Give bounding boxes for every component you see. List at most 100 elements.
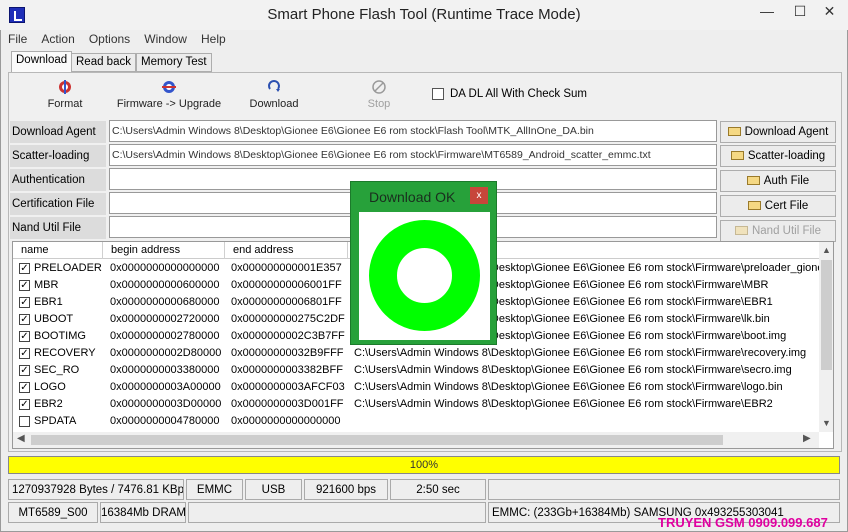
- nand-util-button[interactable]: Nand Util File: [720, 220, 836, 242]
- row-begin-address: 0x0000000002780000: [110, 330, 220, 342]
- column-end-address[interactable]: end address: [225, 242, 348, 259]
- row-begin-address: 0x0000000002720000: [110, 313, 220, 325]
- close-window-button[interactable]: ✕: [813, 0, 846, 22]
- scatter-loading-field[interactable]: C:\Users\Admin Windows 8\Desktop\Gionee …: [109, 144, 717, 166]
- tab-read-back[interactable]: Read back: [71, 53, 136, 72]
- table-row[interactable]: ✓ LOGO 0x0000000003A00000 0x0000000003AFCF0…: [13, 379, 819, 396]
- table-row[interactable]: ✓ EBR2 0x0000000003D00000 0x0000000003D001F…: [13, 396, 819, 413]
- status-time: 2:50 sec: [390, 479, 486, 500]
- folder-icon: [727, 127, 741, 136]
- success-ring-icon: [369, 220, 480, 331]
- table-row[interactable]: ✓ SEC_RO 0x0000000003380000 0x0000000003382…: [13, 362, 819, 379]
- row-begin-address: 0x0000000003A00000: [110, 381, 221, 393]
- title-bar[interactable]: Smart Phone Flash Tool (Runtime Trace Mo…: [0, 0, 848, 30]
- nand-util-label: Nand Util File: [10, 217, 106, 239]
- menu-file[interactable]: File: [8, 32, 27, 46]
- row-begin-address: 0x0000000004780000: [110, 415, 220, 427]
- folder-icon: [746, 176, 760, 185]
- scatter-loading-button[interactable]: Scatter-loading: [720, 145, 836, 167]
- row-location: C:\Users\Admin Windows 8\Desktop\Gionee …: [354, 398, 773, 410]
- row-begin-address: 0x0000000000600000: [110, 279, 220, 291]
- row-begin-address: 0x0000000000680000: [110, 296, 220, 308]
- download-agent-button[interactable]: Download Agent: [720, 121, 836, 143]
- row-checkbox[interactable]: [19, 416, 30, 427]
- row-checkbox[interactable]: ✓: [19, 297, 30, 308]
- column-name[interactable]: name: [13, 242, 103, 259]
- stop-button[interactable]: Stop: [364, 80, 394, 110]
- status-transfer: 1270937928 Bytes / 7476.81 KBps: [8, 479, 184, 500]
- row-name: MBR: [34, 279, 59, 291]
- maximize-button[interactable]: ☐: [785, 0, 815, 22]
- minimize-button[interactable]: —: [752, 0, 782, 22]
- table-row[interactable]: ✓ RECOVERY 0x0000000002D80000 0x00000000032…: [13, 345, 819, 362]
- menu-help[interactable]: Help: [201, 32, 226, 46]
- tab-memory-test[interactable]: Memory Test: [136, 53, 212, 72]
- horizontal-scrollbar[interactable]: ◀ ▶: [13, 432, 819, 448]
- row-checkbox[interactable]: ✓: [19, 382, 30, 393]
- dialog-title: Download OK: [369, 189, 456, 205]
- row-end-address: 0x000000000275C2DF: [231, 313, 345, 325]
- row-begin-address: 0x0000000000000000: [110, 262, 220, 274]
- menu-options[interactable]: Options: [89, 32, 130, 46]
- progress-text: 100%: [409, 459, 439, 471]
- scroll-up-icon[interactable]: ▲: [822, 245, 831, 255]
- format-button[interactable]: Format: [44, 80, 86, 110]
- row-name: RECOVERY: [34, 347, 96, 359]
- cert-file-button[interactable]: Cert File: [720, 195, 836, 217]
- scroll-left-icon[interactable]: ◀: [17, 433, 25, 444]
- horizontal-scroll-thumb[interactable]: [31, 435, 723, 445]
- firmware-upgrade-icon: [162, 81, 176, 93]
- auth-file-button-label: Auth File: [763, 175, 810, 187]
- row-begin-address: 0x0000000003D00000: [110, 398, 222, 410]
- auth-file-button[interactable]: Auth File: [720, 170, 836, 192]
- menu-window[interactable]: Window: [144, 32, 187, 46]
- row-checkbox[interactable]: ✓: [19, 263, 30, 274]
- firmware-upgrade-button[interactable]: Firmware -> Upgrade: [116, 80, 222, 110]
- row-name: EBR1: [34, 296, 63, 308]
- status-blank: [488, 479, 840, 500]
- dialog-body: [359, 212, 490, 340]
- row-checkbox[interactable]: ✓: [19, 365, 30, 376]
- row-checkbox[interactable]: ✓: [19, 280, 30, 291]
- status-blank-2: [188, 502, 486, 523]
- vertical-scrollbar[interactable]: ▲ ▼: [819, 242, 833, 432]
- vertical-scroll-thumb[interactable]: [821, 260, 832, 370]
- tab-download[interactable]: Download: [11, 51, 73, 72]
- row-end-address: 0x00000000006801FF: [231, 296, 342, 308]
- row-location: C:\Users\Admin Windows 8\Desktop\Gionee …: [354, 364, 792, 376]
- scatter-loading-label: Scatter-loading File: [10, 145, 106, 184]
- da-checksum-checkbox[interactable]: [432, 88, 444, 100]
- row-end-address: 0x0000000003AFCF03: [231, 381, 345, 393]
- row-end-address: 0x0000000003382BFF: [231, 364, 343, 376]
- status-dram: 16384Mb DRAM: [100, 502, 186, 523]
- download-agent-label: Download Agent: [10, 121, 106, 143]
- window-title: Smart Phone Flash Tool (Runtime Trace Mo…: [267, 6, 581, 23]
- row-begin-address: 0x0000000002D80000: [110, 347, 222, 359]
- row-name: UBOOT: [34, 313, 74, 325]
- download-agent-field[interactable]: C:\Users\Admin Windows 8\Desktop\Gionee …: [109, 120, 717, 142]
- row-checkbox[interactable]: ✓: [19, 348, 30, 359]
- folder-icon: [747, 201, 761, 210]
- row-name: SEC_RO: [34, 364, 80, 376]
- row-name: LOGO: [34, 381, 66, 393]
- dialog-close-button[interactable]: x: [470, 187, 488, 204]
- download-agent-button-label: Download Agent: [744, 126, 829, 138]
- row-location: C:\Users\Admin Windows 8\Desktop\Gionee …: [354, 347, 807, 359]
- stop-label: Stop: [367, 98, 391, 110]
- row-checkbox[interactable]: ✓: [19, 331, 30, 342]
- scroll-right-icon[interactable]: ▶: [803, 433, 811, 444]
- status-baud: 921600 bps: [304, 479, 388, 500]
- row-end-address: 0x0000000000000000: [231, 415, 341, 427]
- status-port: USB: [245, 479, 302, 500]
- row-checkbox[interactable]: ✓: [19, 399, 30, 410]
- download-icon: [268, 80, 280, 92]
- scroll-down-icon[interactable]: ▼: [822, 418, 831, 428]
- download-button[interactable]: Download: [246, 80, 302, 110]
- menu-action[interactable]: Action: [41, 32, 74, 46]
- column-begin-address[interactable]: begin address: [103, 242, 225, 259]
- auth-file-label: Authentication File: [10, 169, 106, 208]
- row-checkbox[interactable]: ✓: [19, 314, 30, 325]
- table-row[interactable]: SPDATA 0x0000000004780000 0x00000000000000…: [13, 413, 819, 430]
- scatter-loading-button-label: Scatter-loading: [747, 150, 826, 162]
- stop-icon: [372, 80, 386, 94]
